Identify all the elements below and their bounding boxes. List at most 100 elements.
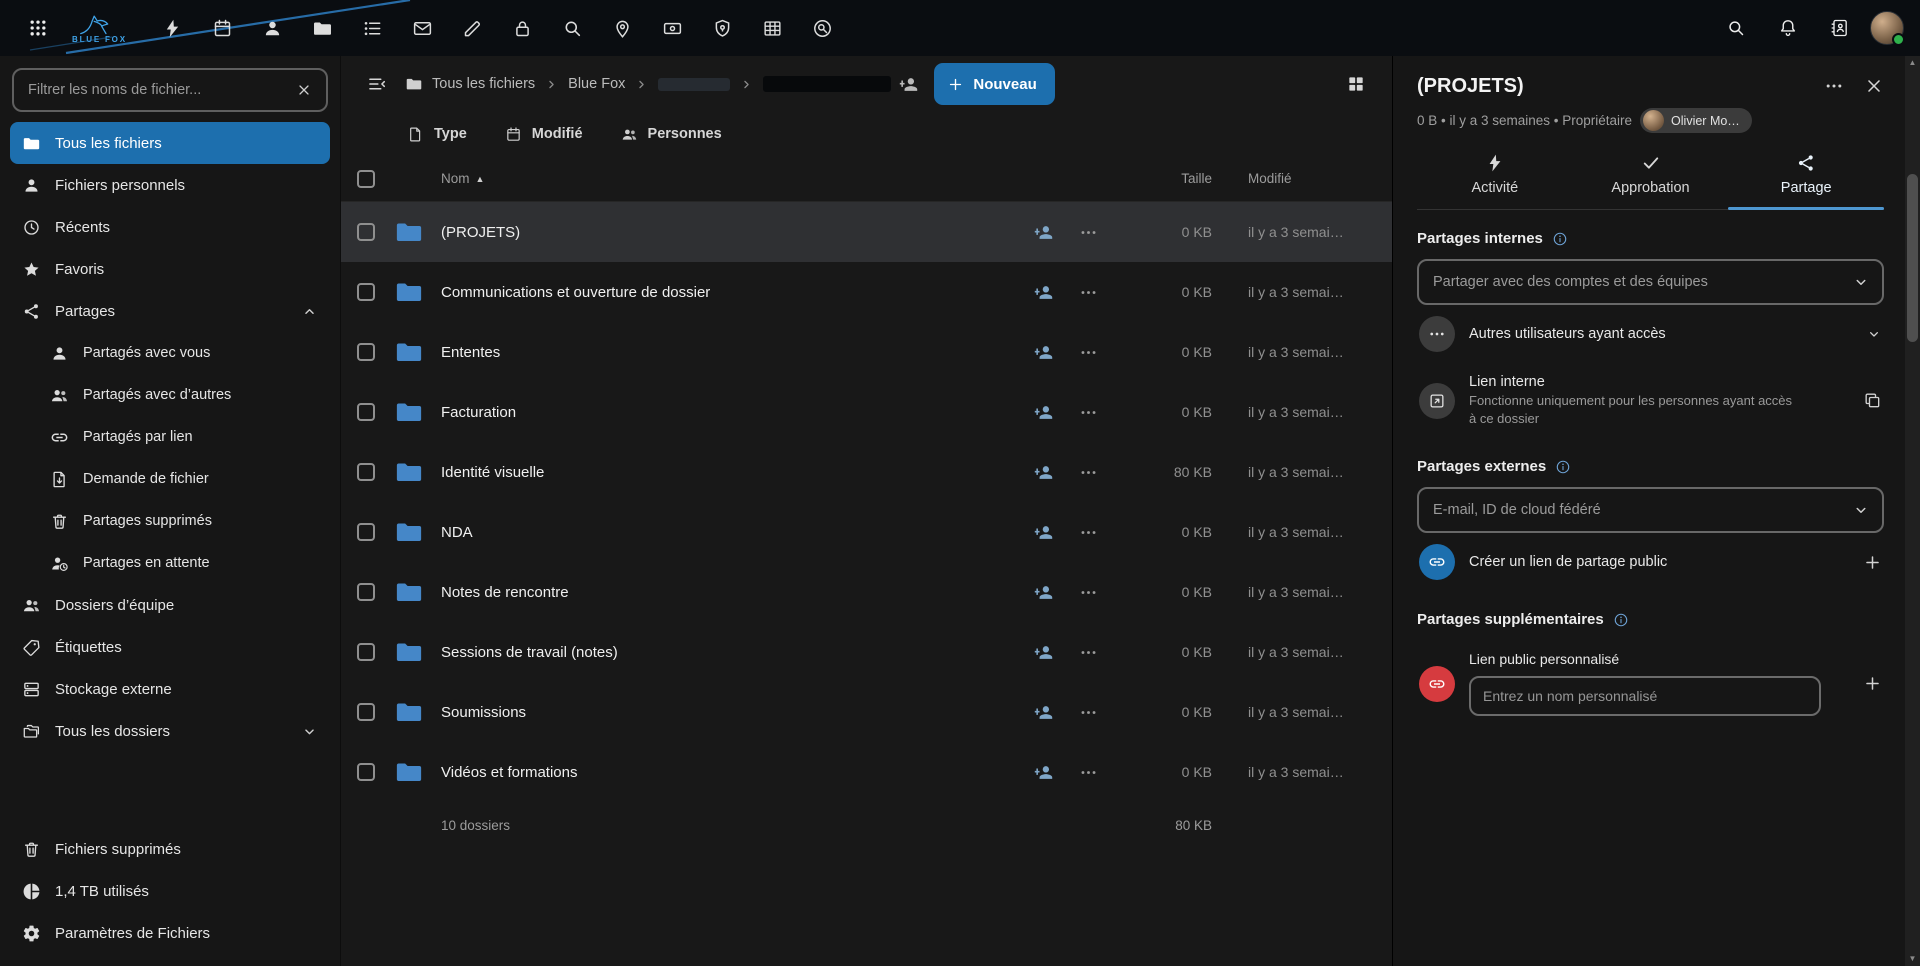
add-custom-link-button[interactable] xyxy=(1863,674,1882,693)
actions-menu-button[interactable] xyxy=(1079,583,1098,602)
file-row[interactable]: Identité visuelle 80 KB il y a 3 semai… xyxy=(341,442,1392,502)
logo[interactable]: BLUE FOX xyxy=(72,12,127,44)
row-checkbox[interactable] xyxy=(357,283,375,301)
row-checkbox[interactable] xyxy=(357,523,375,541)
notifications-button[interactable] xyxy=(1766,6,1810,50)
file-row[interactable]: NDA 0 KB il y a 3 semai… xyxy=(341,502,1392,562)
file-name[interactable]: Soumissions xyxy=(441,704,994,721)
sort-ascending-icon[interactable]: ▲ xyxy=(476,174,485,184)
app-contacts-button[interactable] xyxy=(253,8,293,48)
user-avatar[interactable] xyxy=(1870,11,1904,45)
sidebar-item-personal-files[interactable]: Fichiers personnels xyxy=(10,164,330,206)
app-vault-button[interactable] xyxy=(703,8,743,48)
new-button[interactable]: Nouveau xyxy=(934,63,1054,105)
app-passwords-button[interactable] xyxy=(503,8,543,48)
column-header-modified[interactable]: Modifié xyxy=(1226,171,1376,186)
share-button[interactable] xyxy=(1034,223,1053,242)
app-notes-button[interactable] xyxy=(453,8,493,48)
app-calendar-button[interactable] xyxy=(203,8,243,48)
column-header-name[interactable]: Nom xyxy=(441,171,470,186)
app-money-button[interactable] xyxy=(653,8,693,48)
collapse-sidebar-button[interactable] xyxy=(357,64,397,104)
breadcrumb-item-redacted[interactable] xyxy=(658,78,730,91)
owner-chip[interactable]: Olivier Mo… xyxy=(1640,108,1752,133)
scrollbar-track[interactable]: ▲ ▼ xyxy=(1905,56,1920,966)
share-button[interactable] xyxy=(1034,643,1053,662)
app-search-button[interactable] xyxy=(553,8,593,48)
file-name[interactable]: Vidéos et formations xyxy=(441,764,994,781)
sidebar-item-shared-with-you[interactable]: Partagés avec vous xyxy=(10,332,330,374)
panel-close-button[interactable] xyxy=(1864,76,1884,96)
row-checkbox[interactable] xyxy=(357,703,375,721)
share-button[interactable] xyxy=(1034,763,1053,782)
actions-menu-button[interactable] xyxy=(1079,463,1098,482)
file-row[interactable]: Soumissions 0 KB il y a 3 semai… xyxy=(341,682,1392,742)
share-button[interactable] xyxy=(1034,463,1053,482)
sidebar-item-file-request[interactable]: Demande de fichier xyxy=(10,458,330,500)
actions-menu-button[interactable] xyxy=(1079,283,1098,302)
actions-menu-button[interactable] xyxy=(1079,403,1098,422)
row-checkbox[interactable] xyxy=(357,403,375,421)
scroll-down-arrow[interactable]: ▼ xyxy=(1905,952,1920,966)
sidebar-item-deleted-files[interactable]: Fichiers supprimés xyxy=(10,828,330,870)
sidebar-item-recent[interactable]: Récents xyxy=(10,206,330,248)
sidebar-item-shared-by-link[interactable]: Partagés par lien xyxy=(10,416,330,458)
file-row[interactable]: (PROJETS) 0 KB il y a 3 semai… xyxy=(341,202,1392,262)
row-checkbox[interactable] xyxy=(357,583,375,601)
sidebar-item-deleted-shares[interactable]: Partages supprimés xyxy=(10,500,330,542)
breadcrumb-item[interactable]: Tous les fichiers xyxy=(432,76,535,92)
row-checkbox[interactable] xyxy=(357,643,375,661)
scrollbar-thumb[interactable] xyxy=(1907,174,1918,342)
sidebar-item-pending-shares[interactable]: Partages en attente xyxy=(10,542,330,584)
share-status-icon[interactable] xyxy=(899,75,918,94)
actions-menu-button[interactable] xyxy=(1079,343,1098,362)
file-row[interactable]: Notes de rencontre 0 KB il y a 3 semai… xyxy=(341,562,1392,622)
row-checkbox[interactable] xyxy=(357,223,375,241)
sidebar-item-team-folders[interactable]: Dossiers d’équipe xyxy=(10,584,330,626)
custom-link-input[interactable] xyxy=(1469,676,1821,716)
filter-chip-type[interactable]: Type xyxy=(403,120,471,149)
filter-chip-modified[interactable]: Modifié xyxy=(501,120,587,149)
app-tables-button[interactable] xyxy=(753,8,793,48)
row-checkbox[interactable] xyxy=(357,343,375,361)
file-row[interactable]: Communications et ouverture de dossier 0… xyxy=(341,262,1392,322)
chevron-down-icon[interactable] xyxy=(301,723,318,740)
chevron-down-icon[interactable] xyxy=(1866,326,1882,342)
file-row[interactable]: Sessions de travail (notes) 0 KB il y a … xyxy=(341,622,1392,682)
sidebar-item-shares[interactable]: Partages xyxy=(10,290,330,332)
file-row[interactable]: Ententes 0 KB il y a 3 semai… xyxy=(341,322,1392,382)
breadcrumb-item-redacted[interactable] xyxy=(763,76,891,92)
column-header-size[interactable]: Taille xyxy=(1112,171,1212,186)
grid-view-toggle-button[interactable] xyxy=(1336,64,1376,104)
storage-quota[interactable]: 1,4 TB utilisés xyxy=(10,870,330,912)
tab-approval[interactable]: Approbation xyxy=(1573,143,1729,209)
file-name[interactable]: Ententes xyxy=(441,344,994,361)
row-checkbox[interactable] xyxy=(357,763,375,781)
external-share-select[interactable]: E-mail, ID de cloud fédéré xyxy=(1417,487,1884,533)
app-talk-button[interactable] xyxy=(803,8,843,48)
panel-actions-button[interactable] xyxy=(1824,76,1844,96)
file-name[interactable]: Notes de rencontre xyxy=(441,584,994,601)
row-checkbox[interactable] xyxy=(357,463,375,481)
actions-menu-button[interactable] xyxy=(1079,703,1098,722)
info-icon[interactable] xyxy=(1555,459,1571,475)
sidebar-item-all-files[interactable]: Tous les fichiers xyxy=(10,122,330,164)
share-button[interactable] xyxy=(1034,703,1053,722)
unified-search-button[interactable] xyxy=(1714,6,1758,50)
clear-filter-button[interactable] xyxy=(288,74,320,106)
create-public-link-row[interactable]: Créer un lien de partage public xyxy=(1417,533,1884,591)
files-settings-button[interactable]: Paramètres de Fichiers xyxy=(10,912,330,954)
share-button[interactable] xyxy=(1034,403,1053,422)
file-row[interactable]: Facturation 0 KB il y a 3 semai… xyxy=(341,382,1392,442)
sidebar-item-shared-with-others[interactable]: Partagés avec d’autres xyxy=(10,374,330,416)
breadcrumb-item[interactable]: Blue Fox xyxy=(568,76,625,92)
chevron-up-icon[interactable] xyxy=(301,303,318,320)
tab-sharing[interactable]: Partage xyxy=(1728,143,1884,209)
actions-menu-button[interactable] xyxy=(1079,643,1098,662)
file-row[interactable]: Vidéos et formations 0 KB il y a 3 semai… xyxy=(341,742,1392,802)
sidebar-item-favorites[interactable]: Favoris xyxy=(10,248,330,290)
app-activity-button[interactable] xyxy=(153,8,193,48)
scroll-up-arrow[interactable]: ▲ xyxy=(1905,56,1920,70)
share-button[interactable] xyxy=(1034,523,1053,542)
select-all-checkbox[interactable] xyxy=(357,170,375,188)
